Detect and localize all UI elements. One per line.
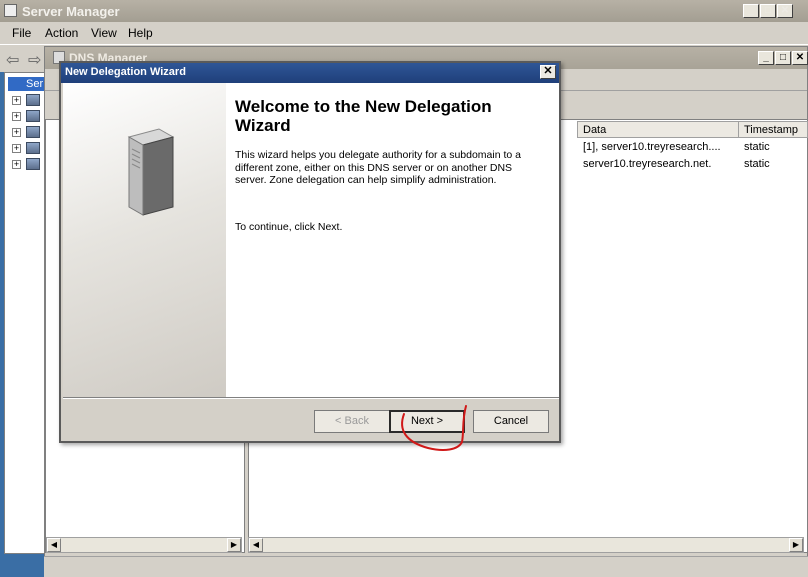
- wizard-continue-text: To continue, click Next.: [235, 221, 343, 233]
- tree-root-label: Ser: [26, 78, 44, 90]
- wizard-close-icon[interactable]: ✕: [540, 65, 556, 79]
- wizard-description: This wizard helps you delegate authority…: [235, 149, 521, 186]
- scroll-left-icon[interactable]: ◀: [249, 538, 263, 552]
- tree-expander[interactable]: +: [12, 112, 21, 121]
- scroll-left-icon[interactable]: ◀: [47, 538, 61, 552]
- scroll-right-icon[interactable]: ▶: [789, 538, 803, 552]
- maximize-button[interactable]: □: [760, 4, 776, 18]
- diagnostics-icon: [26, 126, 40, 138]
- tree-expander[interactable]: +: [12, 96, 21, 105]
- record-row-2-timestamp[interactable]: static: [744, 158, 770, 170]
- minimize-button[interactable]: _: [743, 4, 759, 18]
- dns-maximize-button[interactable]: □: [775, 51, 791, 65]
- tree-hscrollbar[interactable]: ◀ ▶: [46, 537, 242, 553]
- record-row-2-data[interactable]: server10.treyresearch.net.: [583, 158, 711, 170]
- tree-expander[interactable]: +: [12, 144, 21, 153]
- close-button[interactable]: ✕: [777, 4, 793, 18]
- menu-view[interactable]: View: [91, 26, 117, 40]
- server-tower-icon: [127, 128, 175, 216]
- menu-action[interactable]: Action: [45, 26, 78, 40]
- server-manager-titlebar: Server Manager _ □ ✕: [0, 0, 808, 22]
- new-delegation-wizard-dialog: New Delegation Wizard ✕ Welcome to the N…: [59, 61, 561, 443]
- scroll-right-icon[interactable]: ▶: [227, 538, 241, 552]
- tree-expander[interactable]: +: [12, 128, 21, 137]
- wizard-title: New Delegation Wizard: [65, 66, 186, 78]
- storage-icon: [26, 158, 40, 170]
- status-bar: [44, 556, 808, 577]
- red-annotation-mark: [401, 405, 467, 451]
- features-icon: [26, 110, 40, 122]
- wizard-heading: Welcome to the New Delegation Wizard: [235, 97, 492, 135]
- back-button[interactable]: < Back: [314, 410, 390, 433]
- dns-minimize-button[interactable]: _: [758, 51, 774, 65]
- back-arrow-icon[interactable]: ⇦: [6, 50, 19, 70]
- roles-icon: [26, 94, 40, 106]
- wizard-titlebar: New Delegation Wizard ✕: [61, 63, 559, 83]
- record-row-1-timestamp[interactable]: static: [744, 141, 770, 153]
- configuration-icon: [26, 142, 40, 154]
- wizard-side-panel: [63, 83, 226, 397]
- menu-file[interactable]: File: [12, 26, 31, 40]
- column-header-timestamp[interactable]: Timestamp: [738, 121, 808, 138]
- wizard-body: Welcome to the New Delegation Wizard Thi…: [63, 83, 559, 397]
- server-manager-title: Server Manager: [22, 4, 120, 19]
- tree-root-item[interactable]: Ser: [8, 77, 46, 91]
- server-manager-icon: [4, 4, 17, 17]
- forward-arrow-icon[interactable]: ⇨: [28, 50, 41, 70]
- menu-help[interactable]: Help: [128, 26, 153, 40]
- list-hscrollbar[interactable]: ◀ ▶: [248, 537, 804, 553]
- column-header-data[interactable]: Data: [577, 121, 739, 138]
- wizard-separator: [63, 397, 559, 399]
- menu-bar: File Action View Help: [0, 22, 808, 44]
- dns-close-button[interactable]: ✕: [792, 51, 808, 65]
- tree-expander[interactable]: +: [12, 160, 21, 169]
- record-row-1-data[interactable]: [1], server10.treyresearch....: [583, 141, 721, 153]
- cancel-button[interactable]: Cancel: [473, 410, 549, 433]
